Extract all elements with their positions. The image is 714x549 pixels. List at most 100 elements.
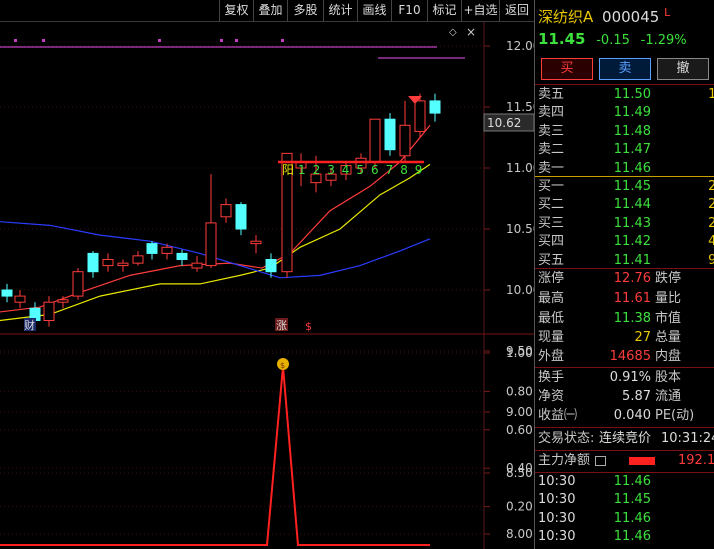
- signal-dot: [220, 39, 223, 42]
- candle-body: [384, 118, 396, 151]
- bid-volume: 455: [708, 234, 714, 250]
- close-icon[interactable]: ×: [466, 25, 476, 39]
- count-label: 6: [371, 163, 379, 177]
- signal-dot: [42, 39, 45, 42]
- trade-status-time: 10:31:24: [661, 431, 714, 446]
- tick-row: 10:30 11.462: [535, 528, 714, 546]
- limit-up-label: 涨停: [538, 271, 565, 286]
- toolbar-tongji[interactable]: 统计: [323, 0, 357, 21]
- signal-dot: [235, 39, 238, 42]
- tick-time: 10:30: [538, 474, 576, 489]
- stats-row-1: 涨停 12.76 跌停: [535, 270, 714, 288]
- toolbar-duogu[interactable]: 多股: [287, 0, 323, 21]
- list-icon[interactable]: [595, 456, 606, 466]
- count-label: 9: [415, 163, 423, 177]
- candle-body: [87, 252, 99, 273]
- trade-status-label: 交易状态:: [538, 431, 595, 446]
- count-label: 8: [400, 163, 408, 177]
- share-capital-label: 股本: [655, 370, 682, 385]
- bid-row[interactable]: 买一 11.45 244: [535, 178, 714, 196]
- price-change: -0.15: [596, 33, 630, 48]
- stock-header: 深纺织A 000045 L: [538, 6, 670, 27]
- count-label: 7: [386, 163, 394, 177]
- main-flow-label: 主力净额: [538, 453, 591, 468]
- ask-row[interactable]: 卖一 11.4647: [535, 160, 714, 178]
- outer-volume-value: 14685: [609, 349, 651, 364]
- stats-row-2: 最高 11.61 量比: [535, 290, 714, 308]
- main-flow-value: 192.1: [678, 453, 714, 468]
- bid-row[interactable]: 买五 11.41 918: [535, 252, 714, 270]
- eps-value: 0.040: [613, 408, 651, 423]
- diamond-icon[interactable]: ◇: [449, 27, 457, 38]
- ask-volume: 5: [653, 123, 714, 141]
- price-tick-label: 11.00: [506, 161, 534, 175]
- ask-row[interactable]: 卖二 11.4773: [535, 141, 714, 159]
- price-tick-label: 12.00: [506, 39, 534, 53]
- limit-up-marker[interactable]: 涨: [276, 319, 287, 332]
- bid-volume: 228: [708, 197, 714, 213]
- net-assets-value: 5.87: [622, 389, 651, 404]
- dollar-marker[interactable]: $: [305, 320, 312, 333]
- kline-chart[interactable]: 12.0011.5011.0010.5010.009.509.008.508.0…: [0, 22, 534, 549]
- indicator-line: [0, 366, 430, 546]
- turnover-value: 0.91%: [609, 370, 651, 385]
- net-assets-label: 净资: [538, 389, 565, 404]
- toolbar-diejia[interactable]: 叠加: [253, 0, 287, 21]
- toolbar-back[interactable]: 返回: [499, 0, 534, 21]
- eps-label: 收益㈠: [538, 408, 578, 423]
- toolbar-fuquan[interactable]: 复权: [219, 0, 253, 21]
- pe-label: PE(动): [655, 408, 695, 423]
- tick-row: 10:30 11.462: [535, 510, 714, 528]
- bid-row[interactable]: 买二 11.44 228: [535, 196, 714, 214]
- candlesticks: [1, 93, 441, 327]
- last-price: 11.45: [538, 30, 586, 48]
- ask-label: 卖三: [538, 123, 565, 139]
- toolbar-zixuan[interactable]: +自选: [461, 0, 499, 21]
- ask-volume: 73: [653, 141, 714, 159]
- bid-row[interactable]: 买三 11.43 275: [535, 215, 714, 233]
- finance-marker[interactable]: 财: [24, 318, 35, 332]
- candle-body: [117, 262, 129, 267]
- current-volume-label: 现量: [538, 330, 565, 345]
- candle-body: [132, 255, 144, 264]
- bid-price: 11.42: [613, 234, 651, 250]
- price-tick-label: 8.00: [506, 527, 533, 541]
- candle-body: [235, 204, 247, 230]
- current-price-label: 10.62: [487, 116, 521, 130]
- candle-body: [57, 299, 69, 303]
- signal-dot: [14, 39, 17, 42]
- limit-down-label: 跌停: [655, 271, 682, 286]
- tick-time: 10:30: [538, 510, 576, 526]
- candle-body: [265, 259, 277, 273]
- tick-time: 10:30: [538, 529, 576, 545]
- toolbar-f10[interactable]: F10: [391, 0, 427, 21]
- toolbar-huaxian[interactable]: 画线: [357, 0, 391, 21]
- ask-row[interactable]: 卖五 11.50 114: [535, 86, 714, 104]
- trade-status-row: 交易状态: 连续竞价 10:31:24: [535, 430, 714, 448]
- buy-button[interactable]: 买: [541, 58, 593, 80]
- trade-status-value: 连续竞价: [599, 431, 652, 446]
- stats-row-7: 净资 5.87 流通: [535, 388, 714, 406]
- cancel-order-button[interactable]: 撤: [657, 58, 709, 80]
- tick-price: 11.46: [613, 529, 651, 545]
- bid-label: 买二: [538, 197, 565, 213]
- candle-body: [14, 295, 26, 303]
- ask-row[interactable]: 卖三 11.485: [535, 123, 714, 141]
- ask-label: 卖二: [538, 142, 565, 158]
- ask-label: 卖五: [538, 87, 565, 102]
- main-flow-row[interactable]: 主力净额 192.1: [535, 452, 714, 470]
- ask-row[interactable]: 卖四 11.4920: [535, 104, 714, 122]
- indicator-tick-label: 0.80: [506, 384, 533, 398]
- candle-body: [161, 246, 173, 254]
- sell-button[interactable]: 卖: [599, 58, 651, 80]
- bid-volume: 275: [708, 215, 714, 231]
- indicator-tick-label: 1.00: [506, 346, 533, 360]
- toolbar-biaoji[interactable]: 标记: [427, 0, 461, 21]
- low-label: 最低: [538, 311, 565, 326]
- tick-price: 11.46: [613, 510, 651, 526]
- bid-row[interactable]: 买四 11.42 455: [535, 233, 714, 251]
- count-label: 阳: [282, 163, 294, 177]
- price-tick-label: 9.00: [506, 405, 533, 419]
- volume-ratio-label: 量比: [655, 291, 682, 306]
- candle-body: [250, 240, 262, 245]
